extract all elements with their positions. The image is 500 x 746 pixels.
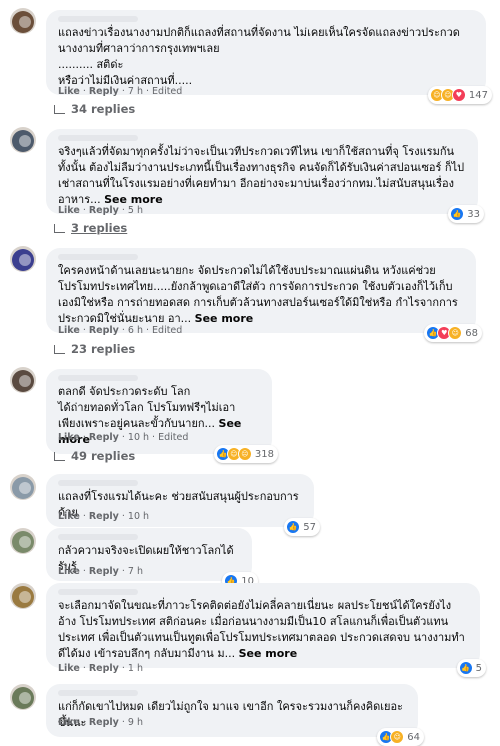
see-more-link[interactable]: See more bbox=[195, 312, 254, 325]
edited-label: Edited bbox=[152, 325, 183, 336]
avatar[interactable] bbox=[10, 367, 36, 393]
timestamp[interactable]: 1 h bbox=[128, 663, 143, 674]
author-name-redacted bbox=[58, 135, 138, 141]
like-link[interactable]: Like bbox=[58, 432, 80, 443]
reaction-summary[interactable]: 👍 57 bbox=[284, 518, 320, 536]
edited-label: Edited bbox=[152, 86, 183, 97]
author-name-redacted bbox=[58, 254, 138, 260]
sad-icon: ☹ bbox=[237, 447, 252, 461]
reaction-count: 147 bbox=[468, 89, 488, 101]
reaction-summary[interactable]: 👍 5 bbox=[456, 659, 486, 677]
timestamp[interactable]: 7 h bbox=[128, 86, 143, 97]
comment-actions: Like · Reply · 6 h · Edited bbox=[58, 325, 183, 336]
reply-link[interactable]: Reply bbox=[89, 86, 119, 97]
avatar[interactable] bbox=[10, 528, 36, 554]
like-link[interactable]: Like bbox=[58, 325, 80, 336]
avatar[interactable] bbox=[10, 8, 36, 34]
haha-icon: ☺ bbox=[448, 326, 463, 340]
reply-link[interactable]: Reply bbox=[89, 566, 119, 577]
like-icon: 👍 bbox=[450, 207, 465, 221]
comment-actions: Like · Reply · 5 h bbox=[58, 205, 143, 216]
comment-bubble: แก่ก็กัดเขาไปหมด เดียวไม่ถูกใจ มาแจ เขาอ… bbox=[46, 684, 424, 746]
reply-arrow-icon bbox=[54, 223, 65, 233]
avatar[interactable] bbox=[10, 474, 36, 500]
replies-count: 49 replies bbox=[71, 449, 136, 463]
timestamp[interactable]: 10 h bbox=[128, 511, 149, 522]
view-replies-link[interactable]: 23 replies bbox=[54, 342, 135, 356]
author-name-redacted bbox=[58, 16, 138, 22]
view-replies-link[interactable]: 49 replies bbox=[54, 449, 135, 463]
comment-actions: Like · Reply · 7 h bbox=[58, 566, 143, 577]
reaction-summary[interactable]: 👍 33 bbox=[448, 205, 484, 223]
author-name-redacted bbox=[58, 375, 138, 381]
reaction-summary[interactable]: 👍 ♥ ☺ 68 bbox=[424, 324, 482, 342]
timestamp[interactable]: 7 h bbox=[128, 566, 143, 577]
haha-icon: ☺ bbox=[390, 730, 405, 744]
avatar[interactable] bbox=[10, 583, 36, 609]
reply-link[interactable]: Reply bbox=[89, 325, 119, 336]
comment-actions: Like · Reply · 1 h bbox=[58, 663, 143, 674]
timestamp[interactable]: 6 h bbox=[128, 325, 143, 336]
like-link[interactable]: Like bbox=[58, 511, 80, 522]
reaction-count: 57 bbox=[303, 521, 316, 533]
like-icon: 👍 bbox=[286, 520, 301, 534]
comment-text: จริงๆแล้วที่จัดมาทุกครั้งไม่ว่าจะเป็นเวท… bbox=[58, 145, 465, 206]
comment-actions: Like · Reply · 7 h · Edited bbox=[58, 86, 183, 97]
reply-link[interactable]: Reply bbox=[89, 511, 119, 522]
comment-text: จะเลือกมาจัดในขณะที่ภาวะโรคติดต่อยังไม่ค… bbox=[58, 599, 465, 660]
comment-bubble: จะเลือกมาจัดในขณะที่ภาวะโรคติดต่อยังไม่ค… bbox=[46, 583, 486, 677]
reaction-summary[interactable]: 👍 ☺ ☹ 318 bbox=[213, 445, 278, 463]
avatar[interactable] bbox=[10, 246, 36, 272]
like-link[interactable]: Like bbox=[58, 717, 80, 728]
comment-actions: Like · Reply · 10 h · Edited bbox=[58, 432, 189, 443]
view-replies-link[interactable]: 3 replies bbox=[54, 221, 127, 235]
comment-actions: Like · Reply · 9 h bbox=[58, 717, 143, 728]
comment-actions: Like · Reply · 10 h bbox=[58, 511, 150, 522]
view-replies-link[interactable]: 34 replies bbox=[54, 102, 135, 116]
reaction-summary[interactable]: 👍 ☺ 64 bbox=[377, 728, 424, 746]
edited-label: Edited bbox=[158, 432, 189, 443]
reply-arrow-icon bbox=[54, 344, 65, 354]
comment-text: ใครคงหน้าด้านเลยนะนายกะ จัดประกวดไม่ได้ใ… bbox=[58, 264, 458, 325]
see-more-link[interactable]: See more bbox=[239, 647, 298, 660]
replies-count: 23 replies bbox=[71, 342, 136, 356]
comment-bubble: ใครคงหน้าด้านเลยนะนายกะ จัดประกวดไม่ได้ใ… bbox=[46, 248, 482, 342]
author-name-redacted bbox=[58, 534, 138, 540]
reply-arrow-icon bbox=[54, 104, 65, 114]
reply-link[interactable]: Reply bbox=[89, 717, 119, 728]
reply-arrow-icon bbox=[54, 451, 65, 461]
reaction-count: 318 bbox=[254, 448, 274, 460]
avatar[interactable] bbox=[10, 684, 36, 710]
like-icon: 👍 bbox=[458, 661, 473, 675]
reply-link[interactable]: Reply bbox=[89, 205, 119, 216]
comment-bubble: แถลงข่าวเรื่องนางงามปกติก็แถลงที่สถานที่… bbox=[46, 10, 492, 104]
reaction-count: 64 bbox=[407, 731, 420, 743]
author-name-redacted bbox=[58, 480, 138, 486]
timestamp[interactable]: 10 h bbox=[128, 432, 149, 443]
timestamp[interactable]: 5 h bbox=[128, 205, 143, 216]
like-link[interactable]: Like bbox=[58, 86, 80, 97]
replies-count: 34 replies bbox=[71, 102, 136, 116]
comment-text: แถลงข่าวเรื่องนางงามปกติก็แถลงที่สถานที่… bbox=[58, 26, 460, 87]
reaction-summary[interactable]: ☺ ☺ ♥ 147 bbox=[427, 86, 492, 104]
comment-bubble: จริงๆแล้วที่จัดมาทุกครั้งไม่ว่าจะเป็นเวท… bbox=[46, 129, 484, 223]
reaction-count: 5 bbox=[475, 662, 482, 674]
reply-link[interactable]: Reply bbox=[89, 432, 119, 443]
author-name-redacted bbox=[58, 690, 138, 696]
replies-count: 3 replies bbox=[71, 221, 128, 235]
reply-link[interactable]: Reply bbox=[89, 663, 119, 674]
like-link[interactable]: Like bbox=[58, 663, 80, 674]
author-name-redacted bbox=[58, 589, 138, 595]
reaction-count: 33 bbox=[467, 208, 480, 220]
reaction-count: 68 bbox=[465, 327, 478, 339]
love-icon: ♥ bbox=[451, 88, 466, 102]
timestamp[interactable]: 9 h bbox=[128, 717, 143, 728]
like-link[interactable]: Like bbox=[58, 205, 80, 216]
like-link[interactable]: Like bbox=[58, 566, 80, 577]
avatar[interactable] bbox=[10, 127, 36, 153]
